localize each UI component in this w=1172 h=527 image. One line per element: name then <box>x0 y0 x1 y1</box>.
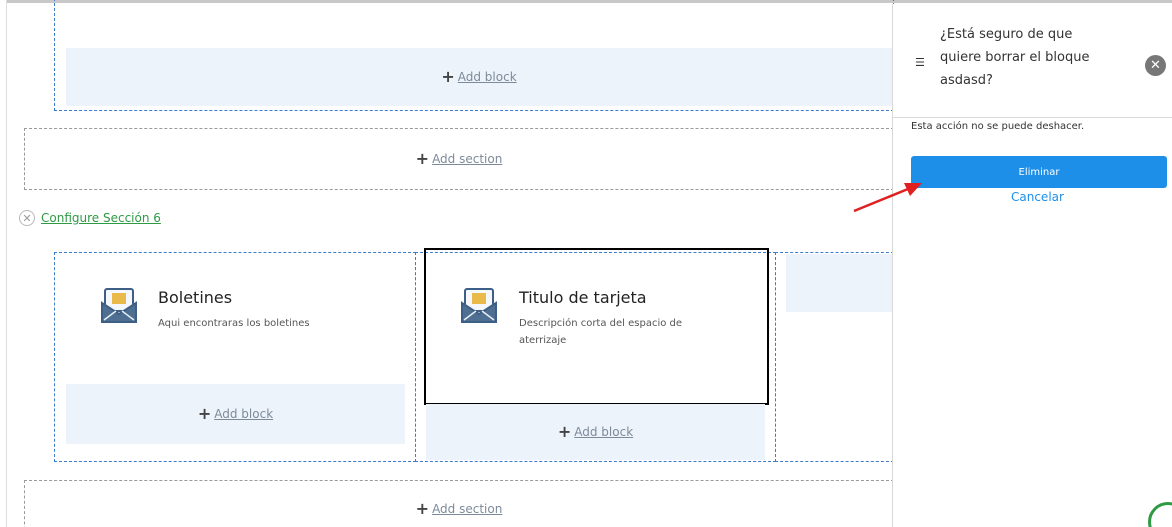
close-circle-icon[interactable]: ✕ <box>19 210 35 226</box>
add-block-area[interactable]: + Add block <box>426 404 765 460</box>
warning-text: Esta acción no se puede deshacer. <box>911 121 1085 132</box>
add-section-bar[interactable]: + Add section <box>24 128 894 190</box>
delete-confirmation-panel: ☰ ¿Está seguro de que quiere borrar el b… <box>892 4 1172 527</box>
add-section-link[interactable]: + Add section <box>415 498 503 518</box>
newsletter-envelope-icon <box>461 288 497 323</box>
add-section-link[interactable]: + Add section <box>416 151 503 167</box>
plus-icon: + <box>197 404 212 423</box>
card-title: Boletines <box>158 288 233 307</box>
confirmation-question: ¿Está seguro de que quiere borrar el blo… <box>940 27 1090 88</box>
card-description: Descripción corta del espacio de aterriz… <box>519 318 683 346</box>
panel-header: ☰ ¿Está seguro de que quiere borrar el b… <box>893 4 1172 118</box>
add-block-link[interactable]: + Add block <box>441 69 516 85</box>
add-block-link[interactable]: + Add block <box>558 424 633 440</box>
column-3-block[interactable] <box>786 254 892 312</box>
plus-icon: + <box>557 422 572 441</box>
newsletter-envelope-icon <box>101 288 137 323</box>
plus-icon: + <box>415 149 430 168</box>
delete-button[interactable]: Eliminar <box>911 156 1167 188</box>
cancel-link[interactable]: Cancelar <box>1011 190 1064 204</box>
annotation-arrow-icon <box>853 183 922 213</box>
menu-lines-icon: ☰ <box>915 56 925 69</box>
configure-section-link[interactable]: Configure Sección 6 <box>41 211 161 225</box>
card-title: Titulo de tarjeta <box>519 288 647 307</box>
add-block-area[interactable]: + Add block <box>66 384 405 444</box>
configure-section[interactable]: ✕ Configure Sección 6 <box>19 210 161 226</box>
add-block-link[interactable]: + Add block <box>198 406 273 422</box>
card-description: Aqui encontraras los boletines <box>158 318 310 329</box>
close-icon[interactable]: ✕ <box>1145 55 1166 76</box>
left-gutter <box>0 0 7 527</box>
plus-icon: + <box>415 498 430 518</box>
add-block-area[interactable]: + Add block <box>66 48 892 106</box>
add-section-bar[interactable]: + Add section <box>24 480 894 527</box>
plus-icon: + <box>441 67 455 86</box>
